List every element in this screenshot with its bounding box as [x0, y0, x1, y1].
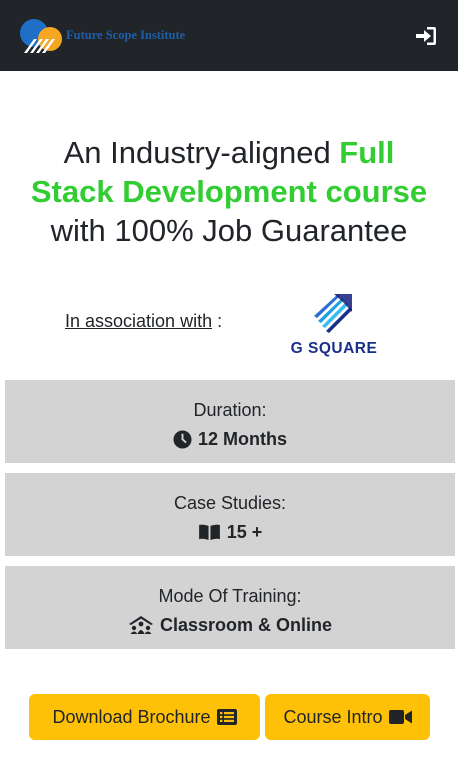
brand-name: Future Scope Institute: [66, 28, 186, 42]
hero-highlight: Full: [339, 135, 395, 170]
association-text: In association with :: [65, 311, 222, 332]
partner-name: G SQUARE: [290, 340, 378, 357]
g-square-logo-icon: [314, 294, 352, 333]
case-studies-card: Case Studies: 15 +: [5, 473, 455, 556]
clock-icon: [173, 429, 192, 449]
training-mode-value: Classroom & Online: [5, 613, 455, 637]
case-studies-value: 15 +: [5, 520, 455, 544]
hero-line-2: Stack Development course: [30, 174, 428, 209]
association-separator: :: [212, 311, 223, 331]
video-icon: [388, 710, 412, 724]
list-alt-icon: [216, 709, 237, 725]
top-navbar: Future Scope Institute: [0, 0, 458, 71]
cloud-logo-icon: [20, 18, 62, 53]
duration-value: 12 Months: [5, 427, 455, 451]
hero-line-1: An Industry-aligned Full: [0, 133, 458, 172]
duration-text: 12 Months: [197, 429, 287, 449]
training-mode-label: Mode Of Training:: [158, 586, 302, 606]
brand-link[interactable]: Future Scope Institute: [16, 17, 185, 55]
training-mode-card: Mode Of Training: Classroom & Online: [5, 566, 455, 649]
case-studies-label: Case Studies:: [173, 493, 287, 513]
hero-text: An Industry-aligned: [63, 135, 340, 170]
download-brochure-button[interactable]: Download Brochure: [29, 694, 260, 740]
partner-logo: G SQUARE: [272, 292, 396, 358]
book-open-icon: [198, 524, 220, 540]
training-mode-text: Classroom & Online: [159, 615, 333, 635]
duration-card: Duration: 12 Months: [5, 380, 455, 463]
course-intro-button[interactable]: Course Intro: [265, 694, 430, 740]
association-label: In association with: [65, 311, 213, 331]
login-button[interactable]: [414, 24, 438, 48]
sign-in-icon: [416, 26, 436, 45]
duration-label: Duration:: [193, 400, 267, 420]
download-brochure-label: Download Brochure: [52, 706, 211, 727]
hero-heading: An Industry-aligned Full Stack Developme…: [0, 133, 458, 250]
association-section: In association with : G SQUARE: [0, 288, 458, 358]
chalkboard-teacher-icon: [128, 616, 153, 634]
hero-line-3: with 100% Job Guarantee: [50, 213, 408, 248]
case-studies-text: 15 +: [226, 522, 263, 542]
course-intro-label: Course Intro: [283, 706, 383, 727]
